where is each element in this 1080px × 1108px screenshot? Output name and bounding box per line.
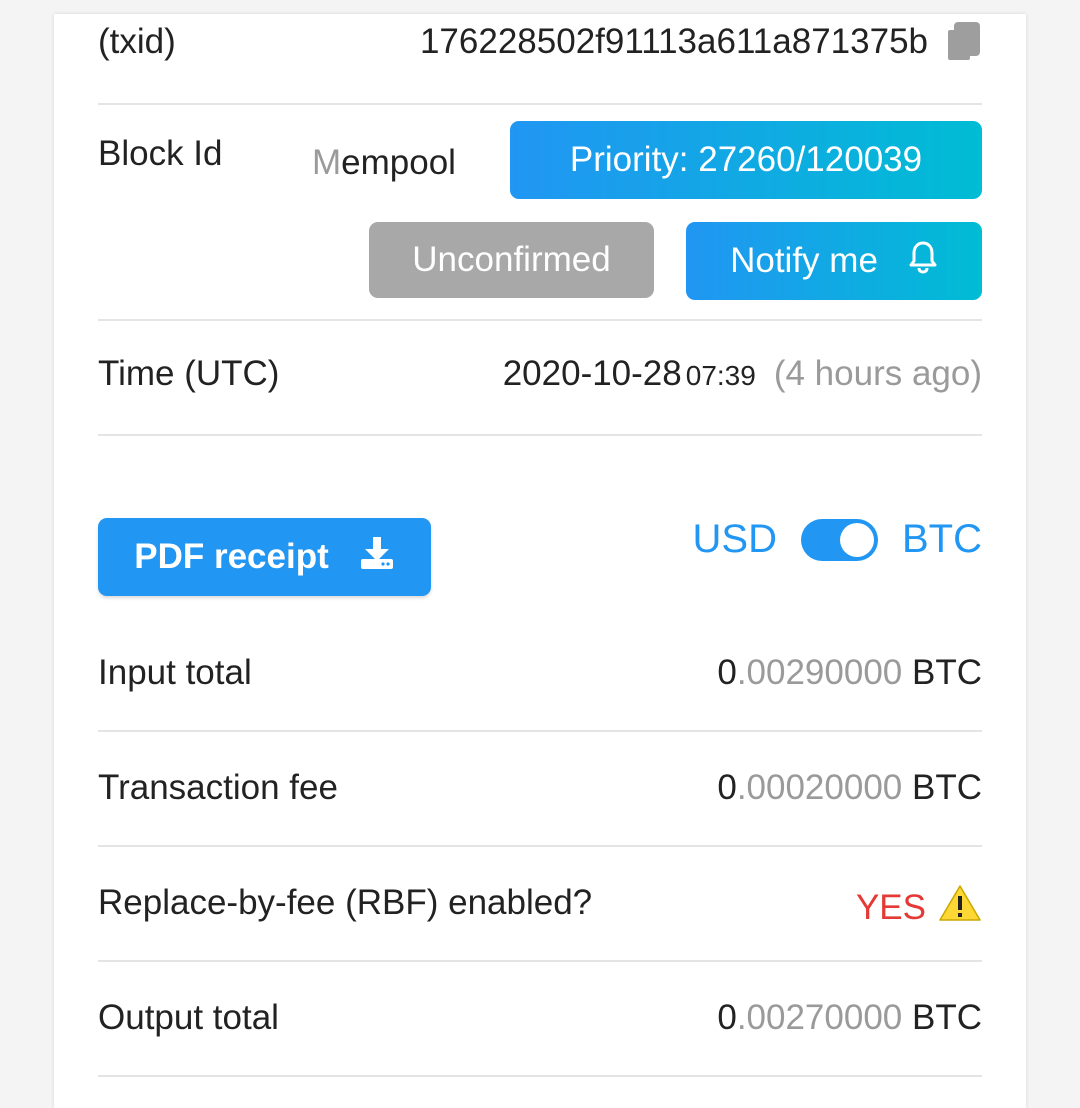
transaction-fee-decimals: .00020000: [736, 768, 903, 807]
time-clock: 07:39: [685, 360, 756, 391]
txid-label: (txid): [98, 22, 176, 61]
input-total-int: 0: [717, 653, 737, 692]
time-row: Time (UTC) 2020-10-28 07:39 (4 hours ago): [98, 321, 982, 436]
priority-badge: Priority: 27260/120039: [510, 121, 982, 199]
time-label: Time (UTC): [98, 354, 280, 393]
time-date: 2020-10-28: [502, 354, 682, 393]
block-id-row: Block Id Mempool Priority: 27260/120039 …: [98, 105, 982, 321]
txid-value-group: 176228502f91113a611a871375b: [420, 22, 982, 62]
currency-switch[interactable]: [801, 518, 878, 561]
input-total-unit: BTC: [902, 653, 982, 692]
block-id-label: Block Id: [98, 134, 223, 173]
output-total-row: Output total 0.00270000 BTC: [98, 962, 982, 1077]
output-total-unit: BTC: [902, 998, 982, 1037]
transaction-fee-value: 0.00020000 BTC: [717, 768, 982, 808]
output-total-value: 0.00270000 BTC: [717, 998, 982, 1038]
txid-row: (txid) 176228502f91113a611a871375b: [98, 14, 982, 105]
time-value: 2020-10-28 07:39 (4 hours ago): [503, 354, 982, 394]
switch-knob: [840, 522, 874, 557]
pdf-receipt-label: PDF receipt: [134, 537, 329, 576]
transaction-fee-unit: BTC: [902, 768, 982, 807]
input-total-row: Input total 0.00290000 BTC: [98, 617, 982, 732]
rbf-value: YES: [856, 883, 982, 932]
input-total-decimals: .00290000: [736, 653, 903, 692]
mempool-label: Mempool: [312, 143, 456, 183]
output-total-int: 0: [717, 998, 737, 1037]
input-total-label: Input total: [98, 653, 252, 692]
output-total-decimals: .00270000: [736, 998, 903, 1037]
rbf-label: Replace-by-fee (RBF) enabled?: [98, 883, 593, 922]
transaction-fee-int: 0: [717, 768, 737, 807]
mempool-label-rest: empool: [341, 143, 456, 182]
time-relative: (4 hours ago): [773, 354, 982, 393]
input-total-value: 0.00290000 BTC: [717, 653, 982, 693]
currency-toggle: USD BTC: [693, 517, 982, 562]
warning-icon: [938, 883, 982, 932]
download-icon: [359, 535, 395, 580]
unconfirmed-badge: Unconfirmed: [369, 222, 654, 298]
notify-me-label: Notify me: [730, 241, 878, 280]
pdf-receipt-button[interactable]: PDF receipt: [98, 518, 431, 596]
rbf-row: Replace-by-fee (RBF) enabled? YES: [98, 847, 982, 962]
transaction-card: (txid) 176228502f91113a611a871375b Block…: [54, 14, 1026, 1108]
transaction-fee-row: Transaction fee 0.00020000 BTC: [98, 732, 982, 847]
output-total-label: Output total: [98, 998, 279, 1037]
currency-usd-label[interactable]: USD: [693, 517, 777, 562]
currency-btc-label[interactable]: BTC: [902, 517, 982, 562]
txid-value[interactable]: 176228502f91113a611a871375b: [420, 22, 928, 62]
rbf-yes: YES: [855, 887, 926, 927]
bell-icon: [908, 240, 938, 283]
mempool-label-first-letter: M: [312, 143, 342, 182]
transaction-fee-label: Transaction fee: [98, 768, 338, 807]
copy-icon[interactable]: [946, 22, 982, 62]
notify-me-button[interactable]: Notify me: [686, 222, 982, 300]
